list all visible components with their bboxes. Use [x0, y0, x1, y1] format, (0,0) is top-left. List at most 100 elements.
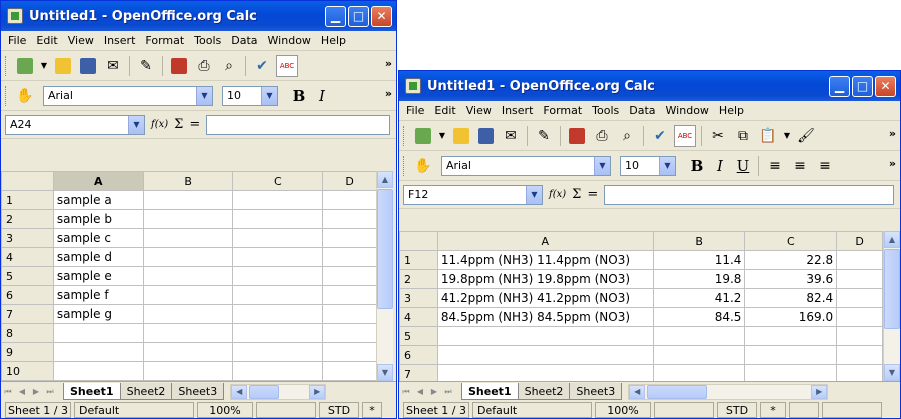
row-header[interactable]: 4 [1, 247, 54, 267]
vertical-scrollbar[interactable]: ▲ ▼ [883, 231, 900, 381]
cell-a8[interactable] [52, 323, 144, 343]
toolbar-grip[interactable] [5, 55, 8, 76]
menu-tools[interactable]: Tools [189, 34, 226, 47]
prev-sheet-icon[interactable]: ◀ [413, 384, 427, 400]
first-sheet-icon[interactable]: ⏮ [1, 384, 15, 400]
menu-insert[interactable]: Insert [497, 104, 539, 117]
row-header[interactable]: 6 [399, 345, 438, 365]
row-header[interactable]: 7 [1, 304, 54, 324]
last-sheet-icon[interactable]: ⏭ [43, 384, 57, 400]
scroll-down-icon[interactable]: ▼ [377, 364, 393, 381]
row-header[interactable]: 10 [1, 361, 54, 381]
cell-c8[interactable] [232, 323, 324, 343]
menu-help[interactable]: Help [316, 34, 351, 47]
close-button[interactable]: ✕ [875, 75, 896, 97]
new-document-icon[interactable] [412, 125, 434, 147]
select-all-corner[interactable] [1, 171, 54, 191]
bold-button[interactable]: B [687, 157, 707, 175]
font-name-combo[interactable]: Arial ▼ [441, 155, 611, 176]
open-folder-icon[interactable] [450, 125, 472, 147]
cell-b5[interactable] [652, 326, 746, 346]
cut-icon[interactable]: ✂ [707, 125, 729, 147]
cell-a3[interactable]: sample c [52, 228, 144, 248]
column-header-c[interactable]: C [232, 171, 324, 191]
export-pdf-icon[interactable] [168, 55, 190, 77]
horizontal-scrollbar[interactable]: ◀ ▶ [628, 383, 829, 400]
row-header[interactable]: 8 [1, 323, 54, 343]
toolbar-grip[interactable] [403, 155, 406, 176]
calc-window-1[interactable]: Untitled1 - OpenOffice.org Calc ▁ □ ✕ Fi… [0, 0, 397, 419]
status-page-style[interactable]: Default [74, 402, 194, 418]
cell-d3[interactable] [836, 288, 883, 308]
row-header[interactable]: 1 [399, 250, 438, 270]
cell-b7[interactable] [652, 364, 746, 381]
cell-a2[interactable]: sample b [52, 209, 144, 229]
cell-d9[interactable] [322, 342, 377, 362]
spellcheck-icon[interactable]: ✔ [251, 55, 273, 77]
scroll-thumb[interactable] [249, 384, 280, 399]
column-header-a[interactable]: A [436, 231, 654, 251]
column-header-b[interactable]: B [142, 171, 234, 191]
scroll-thumb[interactable] [647, 384, 708, 399]
styles-formatting-icon[interactable]: ✋ [14, 85, 36, 107]
tab-sheet1[interactable]: Sheet1 [63, 383, 121, 400]
name-box[interactable]: F12 ▼ [403, 184, 543, 205]
cell-a5[interactable] [436, 326, 654, 346]
chevron-down-icon[interactable]: ▼ [594, 156, 610, 175]
cell-d7[interactable] [322, 304, 377, 324]
scroll-down-icon[interactable]: ▼ [884, 364, 900, 381]
menu-format[interactable]: Format [538, 104, 587, 117]
save-icon[interactable] [475, 125, 497, 147]
scroll-up-icon[interactable]: ▲ [884, 231, 900, 248]
cell-c6[interactable] [232, 285, 324, 305]
horizontal-scrollbar[interactable]: ◀ ▶ [230, 383, 327, 400]
chevron-down-icon[interactable]: ▼ [526, 185, 542, 204]
cell-a3[interactable]: 41.2ppm (NH3) 41.2ppm (NO3) [436, 288, 654, 308]
tab-sheet3[interactable]: Sheet3 [569, 383, 623, 400]
row-header[interactable]: 1 [1, 190, 54, 210]
status-zoom[interactable]: 100% [595, 402, 651, 418]
sum-icon[interactable]: Σ [572, 187, 581, 202]
cell-d5[interactable] [836, 326, 883, 346]
cell-d7[interactable] [836, 364, 883, 381]
tab-sheet3[interactable]: Sheet3 [171, 383, 225, 400]
copy-icon[interactable]: ⧉ [732, 125, 754, 147]
chevron-down-icon[interactable]: ▼ [659, 156, 675, 175]
cell-d2[interactable] [836, 269, 883, 289]
font-name-combo[interactable]: Arial ▼ [43, 85, 213, 106]
first-sheet-icon[interactable]: ⏮ [399, 384, 413, 400]
menu-edit[interactable]: Edit [31, 34, 62, 47]
menu-help[interactable]: Help [714, 104, 749, 117]
toolbar-overflow-icon[interactable]: » [889, 157, 896, 170]
cell-b1[interactable]: 11.4 [652, 250, 746, 270]
cell-c5[interactable] [744, 326, 838, 346]
minimize-button[interactable]: ▁ [325, 5, 346, 27]
cell-c5[interactable] [232, 266, 324, 286]
function-wizard-icon[interactable]: f(x) [151, 119, 168, 130]
cell-b7[interactable] [142, 304, 234, 324]
cell-d10[interactable] [322, 361, 377, 381]
page-preview-icon[interactable]: ⌕ [616, 125, 638, 147]
status-mode[interactable]: STD [717, 402, 757, 418]
spellcheck-icon[interactable]: ✔ [649, 125, 671, 147]
cell-b2[interactable]: 19.8 [652, 269, 746, 289]
align-center-icon[interactable]: ≡ [789, 155, 811, 177]
menu-window[interactable]: Window [661, 104, 714, 117]
row-header[interactable]: 3 [399, 288, 438, 308]
formula-input[interactable] [604, 184, 894, 205]
close-button[interactable]: ✕ [371, 5, 392, 27]
italic-button[interactable]: I [312, 87, 332, 105]
chevron-down-icon[interactable]: ▼ [196, 86, 212, 105]
menu-data[interactable]: Data [226, 34, 262, 47]
underline-button[interactable]: U [733, 157, 753, 175]
menu-view[interactable]: View [461, 104, 497, 117]
column-header-a[interactable]: A [52, 171, 144, 191]
cell-d3[interactable] [322, 228, 377, 248]
font-size-combo[interactable]: 10 ▼ [620, 155, 676, 176]
cell-c2[interactable]: 39.6 [744, 269, 838, 289]
cell-a4[interactable]: 84.5ppm (NH3) 84.5ppm (NO3) [436, 307, 654, 327]
cell-c9[interactable] [232, 342, 324, 362]
cell-b4[interactable] [142, 247, 234, 267]
print-icon[interactable]: ⎙ [591, 125, 613, 147]
equals-icon[interactable]: = [587, 187, 598, 202]
